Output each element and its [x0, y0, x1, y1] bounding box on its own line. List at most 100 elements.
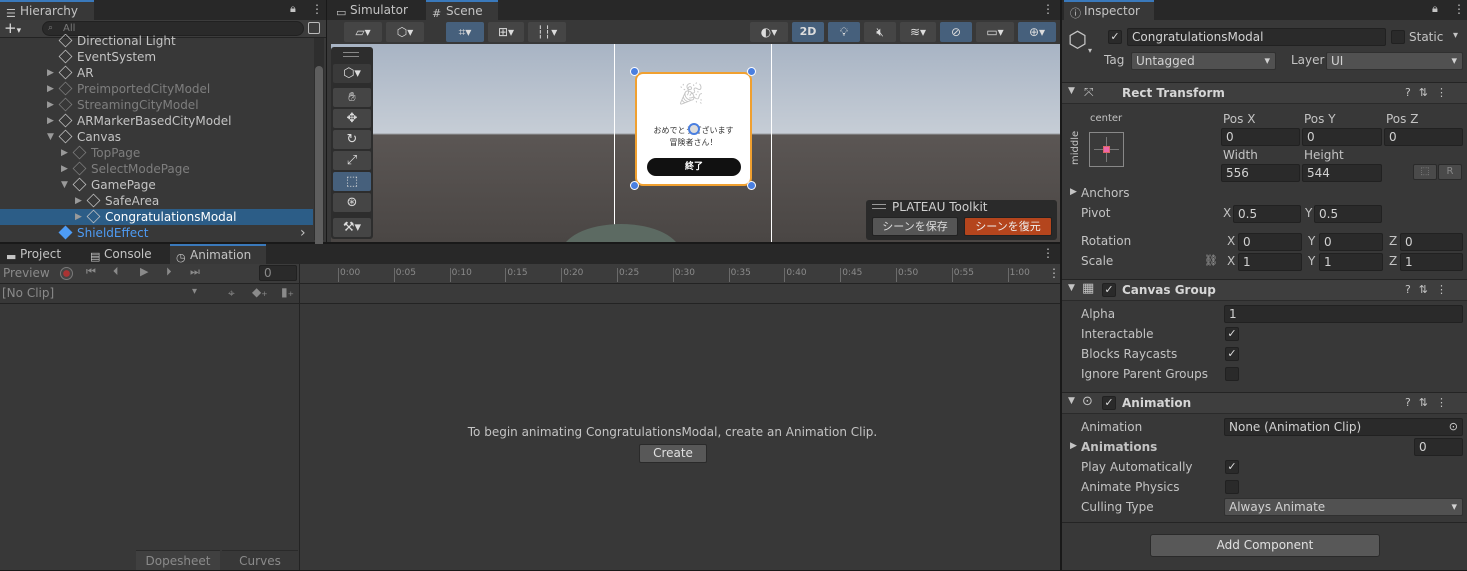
tab-animation[interactable]: ◷ Animation — [170, 244, 266, 264]
hierarchy-item[interactable]: ▶ CongratulationsModal — [0, 209, 313, 225]
scrollbar-thumb[interactable] — [315, 66, 323, 256]
effects-dropdown[interactable]: ≋▾ — [900, 22, 936, 42]
foldout-closed-icon[interactable]: ▶ — [75, 193, 82, 209]
audio-toggle[interactable]: 🔇︎ — [864, 22, 896, 42]
width-field[interactable]: 556 — [1221, 164, 1300, 182]
lock-icon[interactable]: 🔒︎ — [290, 2, 296, 16]
prev-key-icon[interactable]: ⏴︎ — [113, 265, 119, 279]
create-clip-button[interactable]: Create — [639, 444, 707, 463]
hierarchy-item[interactable]: ▶ TopPage — [0, 145, 313, 161]
custom-tool-dropdown[interactable]: ⚒▾ — [333, 218, 371, 237]
rotation-z-field[interactable]: 0 — [1400, 233, 1463, 251]
blocks-raycasts-checkbox[interactable]: ✓ — [1225, 347, 1239, 361]
kebab-menu-icon[interactable]: ⋮ — [1042, 2, 1054, 16]
scale-y-field[interactable]: 1 — [1319, 253, 1383, 271]
rotation-y-field[interactable]: 0 — [1319, 233, 1383, 251]
grid-snap-dropdown[interactable]: ⊞▾ — [488, 22, 524, 42]
foldout-closed-icon[interactable]: ▶ — [75, 209, 82, 225]
hierarchy-item[interactable]: ShieldEffect › — [0, 225, 313, 241]
modal-finish-button[interactable]: 終了 — [647, 158, 741, 176]
play-automatically-checkbox[interactable]: ✓ — [1225, 460, 1239, 474]
constrain-proportions-icon[interactable]: ⛓︎ — [1204, 254, 1218, 267]
scale-z-field[interactable]: 1 — [1400, 253, 1463, 271]
foldout-arrow-icon[interactable]: ▼ — [1068, 396, 1075, 406]
height-field[interactable]: 544 — [1302, 164, 1382, 182]
blueprint-mode-button[interactable]: ⬚ — [1413, 164, 1437, 180]
hierarchy-item[interactable]: ▶ AR — [0, 65, 313, 81]
animations-label[interactable]: Animations — [1081, 440, 1157, 454]
scale-x-field[interactable]: 1 — [1238, 253, 1302, 271]
frame-field[interactable]: 0 — [259, 265, 297, 281]
lock-icon[interactable]: 🔒︎ — [1432, 2, 1438, 16]
foldout-closed-icon[interactable]: ▶ — [61, 161, 68, 177]
rect-transform-header[interactable]: ▼ ⤧ Rect Transform ?⇅⋮ — [1062, 82, 1467, 104]
gizmos-dropdown[interactable]: ⊕▾ — [1018, 22, 1056, 42]
object-picker-icon[interactable]: ⊙ — [1449, 419, 1458, 435]
camera-dropdown[interactable]: ▭▾ — [976, 22, 1014, 42]
pivot-handle[interactable] — [688, 123, 700, 135]
scale-tool[interactable]: ⤢ — [333, 151, 371, 170]
pivot-x-field[interactable]: 0.5 — [1233, 205, 1301, 223]
filter-by-selection-icon[interactable]: ⌖ — [228, 286, 235, 301]
add-keyframe-icon[interactable]: ◆₊ — [252, 285, 268, 299]
component-header-icons[interactable]: ?⇅⋮ — [1405, 86, 1455, 99]
add-event-icon[interactable]: ▮₊ — [281, 285, 294, 299]
hierarchy-item[interactable]: EventSystem — [0, 49, 313, 65]
alpha-field[interactable]: 1 — [1224, 305, 1463, 323]
pos-z-field[interactable]: 0 — [1384, 128, 1463, 146]
foldout-closed-icon[interactable]: ▶ — [47, 81, 54, 97]
hierarchy-item[interactable]: ▶ SafeArea — [0, 193, 313, 209]
hierarchy-scrollbar[interactable] — [314, 38, 324, 256]
clip-dropdown[interactable]: [No Clip] ▾ — [2, 286, 202, 300]
animation-enabled-checkbox[interactable]: ✓ — [1102, 396, 1116, 410]
component-header-icons[interactable]: ?⇅⋮ — [1405, 396, 1455, 409]
chevron-down-icon[interactable]: ▾ — [1453, 30, 1458, 41]
tab-curves[interactable]: Curves — [222, 550, 298, 570]
foldout-closed-icon[interactable]: ▶ — [61, 145, 68, 161]
2d-toggle[interactable]: 2D — [792, 22, 824, 42]
handle-bl[interactable] — [630, 181, 639, 190]
transform-tool[interactable]: ⊛ — [333, 193, 371, 212]
hierarchy-item[interactable]: ▼ Canvas — [0, 129, 313, 145]
object-name-field[interactable]: CongratulationsModal — [1127, 28, 1386, 46]
shaded-dropdown[interactable]: ⬡▾ — [386, 22, 424, 42]
hierarchy-item[interactable]: ▼ GamePage — [0, 177, 313, 193]
hierarchy-item[interactable]: ▶ SelectModePage — [0, 161, 313, 177]
kebab-menu-icon[interactable]: ⋮ — [1048, 266, 1060, 280]
tab-console[interactable]: ▤ Console — [84, 244, 164, 264]
tab-project[interactable]: ▬ Project — [0, 244, 80, 264]
animations-count-field[interactable]: 0 — [1414, 438, 1463, 456]
anchor-presets-button[interactable] — [1089, 132, 1124, 167]
handle-br[interactable] — [747, 181, 756, 190]
snap-toggle[interactable]: ⌗▾ — [446, 22, 484, 42]
hierarchy-item[interactable]: Directional Light — [0, 34, 313, 49]
lighting-toggle[interactable]: 💡︎ — [828, 22, 860, 42]
move-tool[interactable]: ✥ — [333, 109, 371, 128]
chevron-right-icon[interactable]: › — [300, 225, 306, 241]
canvas-group-header[interactable]: ▼ ▦ ✓ Canvas Group ?⇅⋮ — [1062, 279, 1467, 301]
play-icon[interactable]: ▶ — [140, 265, 148, 278]
hierarchy-item[interactable]: ▶ PreimportedCityModel — [0, 81, 313, 97]
draw-mode-dropdown[interactable]: ▱▾ — [344, 22, 382, 42]
foldout-open-icon[interactable]: ▼ — [47, 129, 54, 145]
tab-simulator[interactable]: ▭ Simulator — [330, 0, 424, 20]
foldout-closed-icon[interactable]: ▶ — [47, 65, 54, 81]
pos-y-field[interactable]: 0 — [1302, 128, 1382, 146]
culling-type-dropdown[interactable]: Always Animate — [1224, 498, 1463, 516]
foldout-arrow-icon[interactable]: ▼ — [1068, 283, 1075, 293]
first-key-icon[interactable]: ⏮︎ — [86, 265, 96, 279]
rect-tool[interactable]: ⬚ — [333, 172, 371, 191]
foldout-arrow-icon[interactable]: ▶ — [1070, 187, 1077, 197]
scene-visibility-icon[interactable] — [308, 22, 320, 34]
layer-dropdown[interactable]: UI — [1326, 52, 1463, 70]
gameobject-icon[interactable]: ⬡ — [1068, 28, 1087, 53]
pos-x-field[interactable]: 0 — [1221, 128, 1300, 146]
hand-tool[interactable]: ✋︎ — [333, 88, 371, 107]
foldout-arrow-icon[interactable]: ▼ — [1068, 86, 1075, 96]
rotate-tool[interactable]: ↻ — [333, 130, 371, 149]
hierarchy-item[interactable]: ▶ ARMarkerBasedCityModel — [0, 113, 313, 129]
foldout-arrow-icon[interactable]: ▶ — [1070, 441, 1077, 451]
canvas-group-enabled-checkbox[interactable]: ✓ — [1102, 283, 1116, 297]
overlay-grip-icon[interactable] — [872, 204, 886, 209]
add-component-button[interactable]: Add Component — [1150, 534, 1380, 557]
